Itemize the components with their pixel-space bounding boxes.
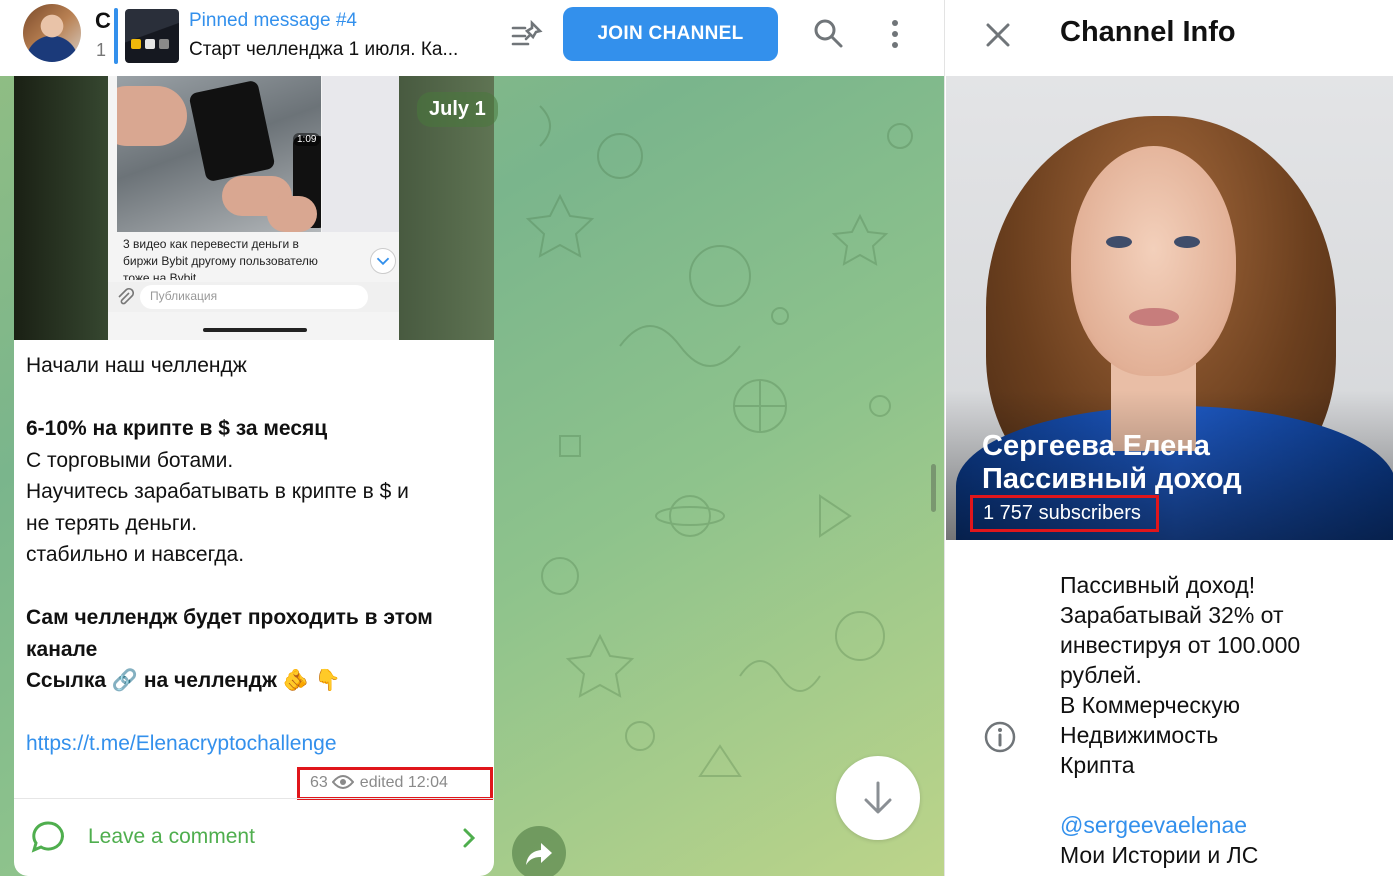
chat-header: С 1 Pinned message #4 Старт челленджа 1 …	[0, 0, 944, 76]
home-indicator	[203, 328, 307, 332]
post-line	[26, 571, 486, 603]
channel-info-panel: Channel Info Сергеева Елена Пассивный до…	[944, 0, 1393, 876]
post-meta-highlight: 63 edited 12:04	[297, 767, 493, 800]
join-channel-button[interactable]: JOIN CHANNEL	[563, 7, 778, 61]
share-button[interactable]	[512, 826, 566, 876]
description-line: Пассивный доход!	[1060, 572, 1256, 598]
pinned-list-icon[interactable]	[508, 17, 546, 55]
description-line: Зарабатывай 32% от	[1060, 602, 1284, 628]
post-line: Начали наш челлендж	[26, 354, 247, 377]
post-line: не терять деньги.	[26, 511, 198, 535]
info-panel-title: Channel Info	[1060, 16, 1236, 48]
post-line	[26, 382, 486, 414]
channel-title-truncated[interactable]: С	[95, 8, 111, 34]
pinned-message-title[interactable]: Pinned message #4	[189, 10, 357, 32]
attach-icon	[118, 287, 134, 305]
pinned-indicator-bar	[114, 8, 118, 64]
post-line	[26, 697, 486, 729]
channel-post: 1:09 3 видео как перевести деньги в бирж…	[14, 76, 494, 876]
arrow-down-icon	[864, 781, 892, 814]
chat-panel: С 1 Pinned message #4 Старт челленджа 1 …	[0, 0, 944, 876]
more-options-icon[interactable]	[880, 16, 910, 52]
chat-background: July 1 1:09 3 видео как перевести деньги	[0, 76, 944, 876]
post-line: 6-10% на крипте в $ за месяц	[26, 417, 328, 440]
post-line: Сам челлендж будет проходить в этом	[26, 606, 433, 629]
challenge-link[interactable]: https://t.me/Elenacryptochallenge	[26, 732, 337, 755]
post-line: канале	[26, 637, 98, 661]
description-line: инвестируя от 100.000	[1060, 632, 1301, 658]
post-line: С торговыми ботами.	[26, 448, 234, 472]
scroll-to-bottom-button[interactable]	[836, 756, 920, 840]
search-icon[interactable]	[812, 17, 844, 49]
post-text: Начали наш челлендж 6-10% на крипте в $ …	[26, 350, 486, 760]
description-line: В Коммерческую	[1060, 692, 1240, 718]
post-line: стабильно и навсегда.	[26, 543, 245, 566]
post-line: Ссылка 🔗 на челлендж 🫵 👇	[26, 669, 341, 692]
close-icon[interactable]	[985, 22, 1011, 48]
leave-comment-button[interactable]: Leave a comment	[14, 799, 494, 876]
pinned-thumbnail[interactable]	[125, 9, 179, 63]
description-line: Крипта	[1060, 752, 1135, 778]
info-icon	[984, 721, 1016, 753]
forward-arrow-icon	[526, 843, 552, 865]
channel-avatar[interactable]	[23, 4, 81, 62]
video-preview: 1:09	[117, 76, 321, 232]
chevron-right-icon	[463, 828, 476, 848]
channel-description: Пассивный доход! Зарабатывай 32% от инве…	[1060, 570, 1380, 870]
view-count: 63	[310, 774, 328, 791]
date-separator: July 1	[417, 92, 498, 127]
post-line: Научитесь зарабатывать в крипте в $ и	[26, 480, 409, 503]
channel-photo[interactable]: Сергеева Елена Пассивный доход 1 757 sub…	[946, 76, 1393, 540]
video-duration: 1:09	[293, 133, 321, 146]
phone-message-input: Публикация	[140, 285, 368, 309]
chevron-down-icon	[370, 248, 396, 274]
description-line	[1060, 780, 1380, 810]
subscribers-count: 1 757 subscribers	[970, 495, 1159, 532]
edited-time: edited 12:04	[359, 774, 448, 791]
channel-name: Сергеева Елена Пассивный доход	[982, 430, 1242, 495]
description-line: рублей.	[1060, 662, 1142, 688]
comment-bubble-icon	[31, 821, 64, 853]
pinned-message-text[interactable]: Старт челленджа 1 июля. Ка...	[189, 39, 458, 61]
eye-icon	[331, 775, 354, 789]
description-line: Мои Истории и ЛС	[1060, 842, 1259, 868]
video-caption: 3 видео как перевести деньги в биржи Byb…	[123, 237, 318, 280]
description-line: Недвижимость	[1060, 722, 1219, 748]
channel-subtitle-truncated: 1	[96, 40, 107, 60]
chat-scrollbar[interactable]	[931, 464, 936, 512]
leave-comment-label: Leave a comment	[88, 825, 255, 848]
username-link[interactable]: @sergeevaelenae	[1060, 812, 1247, 838]
phone-screenshot: 1:09 3 видео как перевести деньги в бирж…	[108, 76, 399, 340]
